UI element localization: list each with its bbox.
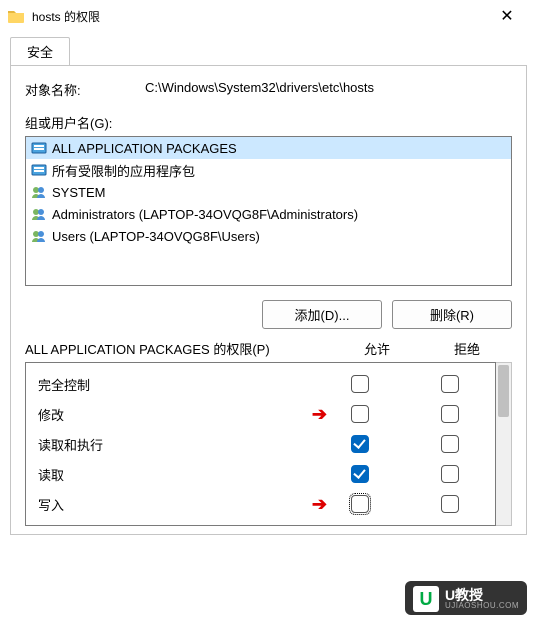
tab-body: 对象名称: C:\Windows\System32\drivers\etc\ho… xyxy=(10,65,527,535)
allow-checkbox[interactable] xyxy=(351,405,369,423)
object-label: 对象名称: xyxy=(25,80,145,99)
permissions-area: 完全控制修改➔读取和执行读取写入➔ xyxy=(25,362,512,526)
object-row: 对象名称: C:\Windows\System32\drivers\etc\ho… xyxy=(25,80,512,99)
watermark-text: U教授 UJIAOSHOU.COM xyxy=(445,588,519,610)
table-row: 读取 xyxy=(26,459,495,489)
list-item-label: ALL APPLICATION PACKAGES xyxy=(52,141,237,156)
allow-checkbox[interactable] xyxy=(351,465,369,483)
deny-checkbox[interactable] xyxy=(441,495,459,513)
permission-label: 读取 xyxy=(26,465,315,484)
remove-button[interactable]: 删除(R) xyxy=(392,300,512,329)
permission-label: 写入 xyxy=(26,495,315,514)
window-title: hosts 的权限 xyxy=(32,8,485,25)
list-item-label: Administrators (LAPTOP-34OVQG8F\Administ… xyxy=(52,207,358,222)
deny-checkbox[interactable] xyxy=(441,465,459,483)
button-row: 添加(D)... 删除(R) xyxy=(25,300,512,329)
permissions-table: 完全控制修改➔读取和执行读取写入➔ xyxy=(25,362,496,526)
add-button[interactable]: 添加(D)... xyxy=(262,300,382,329)
deny-checkbox[interactable] xyxy=(441,405,459,423)
permission-label: 完全控制 xyxy=(26,375,315,394)
list-item[interactable]: 所有受限制的应用程序包 xyxy=(26,159,511,181)
close-button[interactable]: ✕ xyxy=(485,1,529,31)
scrollbar-thumb[interactable] xyxy=(498,365,509,417)
allow-checkbox[interactable] xyxy=(351,375,369,393)
watermark-u-icon: U xyxy=(413,586,439,612)
title-bar: hosts 的权限 ✕ xyxy=(0,0,537,32)
watermark: U U教授 UJIAOSHOU.COM xyxy=(405,581,527,615)
arrow-icon: ➔ xyxy=(312,495,327,513)
list-item-label: SYSTEM xyxy=(52,185,105,200)
watermark-en: UJIAOSHOU.COM xyxy=(445,602,519,610)
allow-col-header: 允许 xyxy=(332,339,422,358)
list-item-label: Users (LAPTOP-34OVQG8F\Users) xyxy=(52,229,260,244)
table-row: 完全控制 xyxy=(26,369,495,399)
users-icon xyxy=(30,228,48,244)
table-row: 写入➔ xyxy=(26,489,495,519)
deny-col-header: 拒绝 xyxy=(422,339,512,358)
list-item[interactable]: ALL APPLICATION PACKAGES xyxy=(26,137,511,159)
watermark-badge: U U教授 UJIAOSHOU.COM xyxy=(405,581,527,615)
table-row: 读取和执行 xyxy=(26,429,495,459)
list-item[interactable]: Administrators (LAPTOP-34OVQG8F\Administ… xyxy=(26,203,511,225)
permission-label: 读取和执行 xyxy=(26,435,315,454)
permissions-title: ALL APPLICATION PACKAGES 的权限(P) xyxy=(25,339,332,358)
allow-checkbox[interactable] xyxy=(351,435,369,453)
permissions-header: ALL APPLICATION PACKAGES 的权限(P) 允许 拒绝 xyxy=(25,339,512,358)
users-icon xyxy=(30,206,48,222)
arrow-icon: ➔ xyxy=(312,405,327,423)
permissions-scrollbar[interactable] xyxy=(496,362,512,526)
allow-checkbox[interactable] xyxy=(351,495,369,513)
list-item[interactable]: Users (LAPTOP-34OVQG8F\Users) xyxy=(26,225,511,247)
group-icon xyxy=(30,162,48,178)
object-path: C:\Windows\System32\drivers\etc\hosts xyxy=(145,80,512,99)
groups-label: 组或用户名(G): xyxy=(25,113,512,132)
list-item-label: 所有受限制的应用程序包 xyxy=(52,161,195,180)
permission-label: 修改 xyxy=(26,405,315,424)
list-item[interactable]: SYSTEM xyxy=(26,181,511,203)
deny-checkbox[interactable] xyxy=(441,435,459,453)
deny-checkbox[interactable] xyxy=(441,375,459,393)
group-icon xyxy=(30,140,48,156)
tab-bar: 安全 xyxy=(0,32,537,65)
watermark-cn: U教授 xyxy=(445,588,519,602)
groups-listbox[interactable]: ALL APPLICATION PACKAGES 所有受限制的应用程序包 SYSTE… xyxy=(25,136,512,286)
table-row: 修改➔ xyxy=(26,399,495,429)
tab-security[interactable]: 安全 xyxy=(10,37,70,65)
folder-icon xyxy=(8,9,24,23)
users-icon xyxy=(30,184,48,200)
